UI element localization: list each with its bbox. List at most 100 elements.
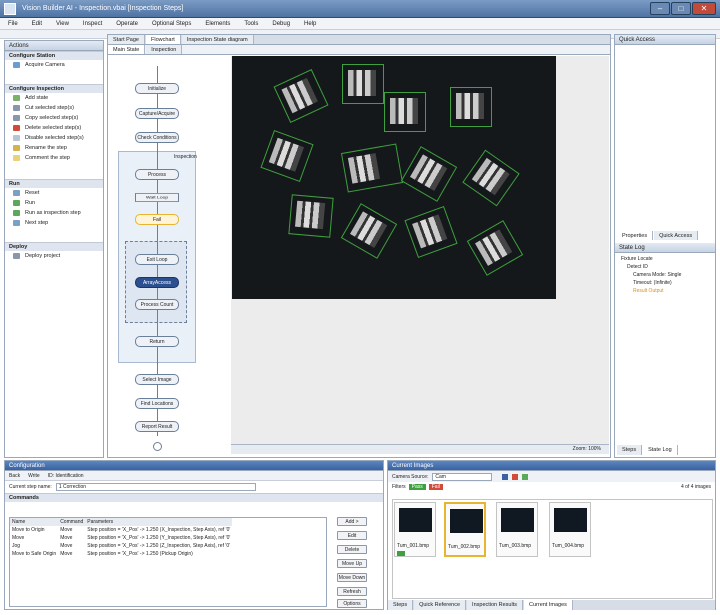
write-button[interactable]: Write xyxy=(28,471,40,480)
step-name-field[interactable]: 1 Correction xyxy=(55,483,256,491)
action-comment[interactable]: Comment the step xyxy=(5,153,103,163)
image-thumbnail-selected[interactable]: Tum_002.bmp xyxy=(444,502,486,557)
node-report-result[interactable]: Report Result xyxy=(135,421,179,432)
tab-inspection[interactable]: Inspection xyxy=(146,45,183,54)
refresh-button[interactable]: Refresh xyxy=(337,587,367,596)
action-rename[interactable]: Rename the step xyxy=(5,143,103,153)
menu-elements[interactable]: Elements xyxy=(205,18,230,29)
tab-steps-bottom[interactable]: Steps xyxy=(388,600,414,610)
menu-tools[interactable]: Tools xyxy=(244,18,258,29)
node-array-access-selected[interactable]: ArrayAccess xyxy=(135,277,179,288)
pass-badge[interactable]: Pass xyxy=(408,483,426,490)
image-thumbnail[interactable]: Tum_001.bmp xyxy=(394,502,436,557)
edit-button[interactable]: Edit xyxy=(337,531,367,540)
section-configure-station[interactable]: Configure Station xyxy=(5,51,103,60)
action-cut[interactable]: Cut selected step(s) xyxy=(5,103,103,113)
add-icon xyxy=(13,95,20,101)
node-fail[interactable]: Fail xyxy=(135,214,179,225)
identification-dropdown[interactable]: ID: Identification xyxy=(48,471,84,480)
tab-state-diagram[interactable]: Inspection State diagram xyxy=(181,35,254,44)
tree-item[interactable]: Detect ID xyxy=(621,263,681,271)
tab-main-state[interactable]: Main State xyxy=(108,45,146,54)
action-deploy-project[interactable]: Deploy project xyxy=(5,251,103,261)
tab-steps[interactable]: Steps xyxy=(617,445,643,455)
tab-inspection-results[interactable]: Inspection Results xyxy=(467,600,523,610)
node-process-count[interactable]: Process Count xyxy=(135,299,179,310)
tab-flowchart[interactable]: Flowchart xyxy=(146,35,181,44)
table-row[interactable]: Jog Move Step position = 'X_Pos' -> 1.250 … xyxy=(10,542,232,550)
add-button[interactable]: Add > xyxy=(337,517,367,526)
close-button[interactable]: ✕ xyxy=(692,2,716,15)
menu-optional-steps[interactable]: Optional Steps xyxy=(152,18,191,29)
tab-current-images[interactable]: Current Images xyxy=(524,600,573,610)
detected-part xyxy=(466,220,524,276)
node-capture[interactable]: Capture/Acquire xyxy=(135,108,179,119)
node-process[interactable]: Process xyxy=(135,169,179,180)
detected-part xyxy=(260,130,314,182)
options-button[interactable]: Options xyxy=(337,599,367,608)
action-reset[interactable]: Reset xyxy=(5,188,103,198)
menu-edit[interactable]: Edit xyxy=(32,18,42,29)
toolbar-icon[interactable] xyxy=(512,473,519,480)
menu-file[interactable]: File xyxy=(8,18,18,29)
detected-part xyxy=(342,64,384,104)
column-header[interactable]: Name xyxy=(10,518,58,526)
action-next-step[interactable]: Next step xyxy=(5,218,103,228)
menu-view[interactable]: View xyxy=(56,18,69,29)
tab-properties[interactable]: Properties xyxy=(617,231,654,240)
section-configure-inspection[interactable]: Configure Inspection xyxy=(5,84,103,93)
fail-badge[interactable]: Fail xyxy=(428,483,443,490)
action-copy[interactable]: Copy selected step(s) xyxy=(5,113,103,123)
action-delete[interactable]: Delete selected step(s) xyxy=(5,123,103,133)
node-find-locations[interactable]: Find Locations xyxy=(135,398,179,409)
column-header[interactable]: Parameters xyxy=(85,518,232,526)
table-row[interactable]: Move to Origin Move Step position = 'X_Pos… xyxy=(10,526,232,534)
menu-help[interactable]: Help xyxy=(304,18,316,29)
tree-item[interactable]: Fixture Locate xyxy=(621,255,681,263)
tab-start-page[interactable]: Start Page xyxy=(108,35,145,44)
action-run-inspection-step[interactable]: Run as inspection step xyxy=(5,208,103,218)
tree-item[interactable]: Result Output xyxy=(621,287,681,295)
action-acquire-camera[interactable]: Acquire Camera xyxy=(5,60,103,70)
menu-operate[interactable]: Operate xyxy=(116,18,138,29)
commands-table: Name Command Parameters Move to Origin Mo… xyxy=(9,517,327,607)
inspection-image[interactable] xyxy=(232,56,556,299)
window-title: Vision Builder AI - Inspection.vbai [Ins… xyxy=(22,5,184,12)
menu-debug[interactable]: Debug xyxy=(272,18,290,29)
node-initialize[interactable]: Initialize xyxy=(135,83,179,94)
move-up-button[interactable]: Move Up xyxy=(337,559,367,568)
node-wait-loop[interactable]: Wait Loop xyxy=(135,193,179,202)
action-add-state[interactable]: Add state xyxy=(5,93,103,103)
delete-button[interactable]: Delete xyxy=(337,545,367,554)
action-run[interactable]: Run xyxy=(5,198,103,208)
node-select-image[interactable]: Select Image xyxy=(135,374,179,385)
action-disable[interactable]: Disable selected step(s) xyxy=(5,133,103,143)
tab-state-log[interactable]: State Log xyxy=(643,445,678,455)
node-exit-loop[interactable]: Exit Loop xyxy=(135,254,179,265)
section-deploy[interactable]: Deploy xyxy=(5,242,103,251)
table-row[interactable]: Move Move Step position = 'X_Pos' -> 1.250… xyxy=(10,534,232,542)
toolbar-icon[interactable] xyxy=(502,473,509,480)
tree-item[interactable]: Timeout: (Infinite) xyxy=(621,279,681,287)
app-icon xyxy=(4,3,16,15)
tab-quick-reference[interactable]: Quick Reference xyxy=(414,600,467,610)
maximize-button[interactable]: □ xyxy=(671,2,691,15)
menu-inspect[interactable]: Inspect xyxy=(83,18,102,29)
back-button[interactable]: Back xyxy=(9,471,20,480)
move-down-button[interactable]: Move Down xyxy=(337,573,367,582)
minimize-button[interactable]: – xyxy=(650,2,670,15)
editor-tabs: Start Page Flowchart Inspection State di… xyxy=(108,35,610,45)
image-thumbnail[interactable]: Tum_004.bmp xyxy=(549,502,591,557)
table-row[interactable]: Move to Safe Origin Move Step position = '… xyxy=(10,550,232,558)
column-header[interactable]: Command xyxy=(58,518,85,526)
section-run[interactable]: Run xyxy=(5,179,103,188)
node-check-conditions[interactable]: Check Conditions xyxy=(135,132,179,143)
toolbar-icon[interactable] xyxy=(522,473,529,480)
diagram-tabs: Main State Inspection xyxy=(108,45,610,55)
node-return[interactable]: Return xyxy=(135,336,179,347)
tab-quick-access[interactable]: Quick Access xyxy=(654,231,699,240)
right-tabs: Properties Quick Access xyxy=(617,231,713,240)
camera-source-select[interactable]: Cam xyxy=(432,472,493,481)
image-thumbnail[interactable]: Tum_003.bmp xyxy=(496,502,538,557)
tree-item[interactable]: Camera Mode: Single xyxy=(621,271,681,279)
